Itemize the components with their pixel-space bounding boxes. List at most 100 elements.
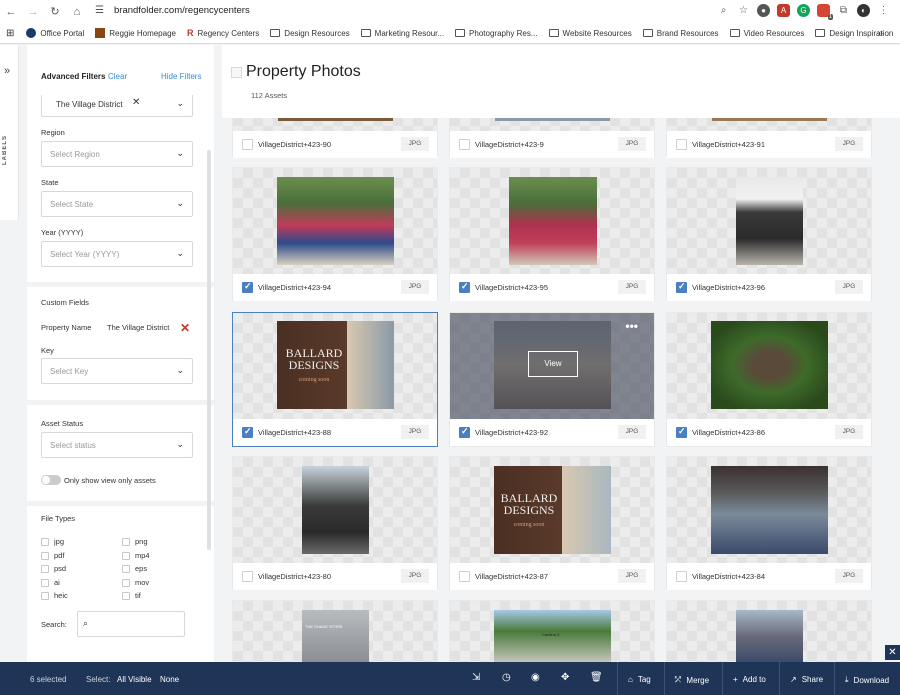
more-options-icon[interactable]: •••: [625, 319, 638, 333]
asset-card[interactable]: VillageDistrict+423-86 JPG: [666, 312, 872, 447]
bookmark-video-resources[interactable]: Video Resources: [729, 29, 804, 38]
home-icon[interactable]: ⌂: [66, 0, 88, 23]
asset-card[interactable]: View ••• VillageDistrict+423-92 JPG: [449, 312, 655, 447]
checkbox[interactable]: [41, 564, 49, 573]
asset-name[interactable]: VillageDistrict+423-96: [692, 283, 765, 292]
asset-thumbnail[interactable]: [233, 168, 437, 274]
asset-name[interactable]: VillageDistrict+423-91: [692, 140, 765, 149]
asset-name[interactable]: VillageDistrict+423-94: [258, 283, 331, 292]
bookmark-reggie-homepage[interactable]: Reggie Homepage: [95, 28, 176, 38]
asset-card[interactable]: BALLARD DESIGNS coming soon VillageDistr…: [232, 312, 438, 447]
checkbox[interactable]: [122, 591, 130, 600]
zoom-icon[interactable]: ⌕: [717, 4, 730, 17]
close-icon[interactable]: ✕: [885, 645, 900, 660]
select-checkbox[interactable]: [459, 426, 470, 438]
extension-record-icon[interactable]: ●: [757, 4, 770, 17]
bookmark-star-icon[interactable]: ☆: [737, 4, 750, 17]
select-checkbox[interactable]: [459, 571, 470, 582]
region-select[interactable]: Select Region ⌄: [41, 141, 193, 167]
checkbox[interactable]: [122, 551, 130, 560]
asset-card[interactable]: VillageDistrict+423-80 JPG: [232, 456, 438, 590]
hide-filters-link[interactable]: Hide Filters: [161, 72, 201, 81]
asset-name[interactable]: VillageDistrict+423-90: [258, 140, 331, 149]
asset-card[interactable]: BALLARD DESIGNS coming soon VillageDistr…: [449, 456, 655, 590]
filetype-pdf[interactable]: pdf: [41, 551, 64, 560]
remove-property-name-icon[interactable]: ✕: [180, 321, 190, 335]
asset-card[interactable]: VillageDistrict+423-84 JPG: [666, 456, 872, 590]
more-bookmarks-icon[interactable]: »: [877, 28, 883, 39]
asset-thumbnail[interactable]: [667, 601, 871, 663]
filetype-jpg[interactable]: jpg: [41, 537, 64, 546]
visibility-icon[interactable]: ◉: [531, 672, 540, 683]
download-button[interactable]: ⤓ Download: [845, 675, 889, 685]
checkbox[interactable]: [122, 578, 130, 587]
bookmark-regency-centers[interactable]: R Regency Centers: [187, 28, 259, 38]
schedule-icon[interactable]: ◷: [502, 672, 511, 683]
view-button[interactable]: View: [528, 351, 578, 377]
status-select[interactable]: Select status ⌄: [41, 432, 193, 458]
asset-thumbnail[interactable]: View •••: [450, 313, 654, 419]
select-all-checkbox[interactable]: [231, 67, 242, 78]
asset-thumbnail[interactable]: Cantina X: [450, 601, 654, 663]
asset-thumbnail[interactable]: [450, 168, 654, 274]
asset-name[interactable]: VillageDistrict+423-9: [475, 140, 544, 149]
select-checkbox[interactable]: [459, 139, 470, 150]
filetype-mp4[interactable]: mp4: [122, 551, 150, 560]
approve-icon[interactable]: ⇲: [472, 672, 480, 683]
search-input[interactable]: ⌕: [77, 611, 185, 637]
asset-thumbnail[interactable]: [667, 457, 871, 563]
asset-name[interactable]: VillageDistrict+423-92: [475, 428, 548, 437]
asset-thumbnail[interactable]: [667, 313, 871, 419]
select-checkbox[interactable]: [242, 281, 253, 293]
browser-menu-icon[interactable]: ⋮: [877, 4, 890, 17]
view-only-toggle[interactable]: [41, 475, 61, 485]
extension-grammarly-icon[interactable]: G: [797, 4, 810, 17]
bookmark-website-resources[interactable]: Website Resources: [548, 29, 632, 38]
bookmark-photography-resources[interactable]: Photography Res...: [455, 29, 538, 38]
share-button[interactable]: ↗ Share: [790, 675, 823, 684]
filetype-ai[interactable]: ai: [41, 578, 60, 587]
year-select[interactable]: Select Year (YYYY) ⌄: [41, 241, 193, 267]
extension-badge-icon[interactable]: 1: [817, 4, 833, 20]
merge-button[interactable]: ⤱ Merge: [675, 675, 709, 685]
labels-tab[interactable]: LABELS: [2, 135, 8, 165]
filetype-eps[interactable]: eps: [122, 564, 147, 573]
apps-grid-icon[interactable]: ⊞: [6, 28, 14, 39]
asset-thumbnail[interactable]: [233, 457, 437, 563]
clear-filters-link[interactable]: Clear: [108, 72, 127, 81]
filters-scrollbar[interactable]: [207, 150, 211, 550]
asset-card[interactable]: VillageDistrict+423-96 JPG: [666, 167, 872, 301]
asset-name[interactable]: VillageDistrict+423-87: [475, 572, 548, 581]
asset-thumbnail[interactable]: BALLARD DESIGNS coming soon: [233, 313, 437, 419]
asset-name[interactable]: VillageDistrict+423-95: [475, 283, 548, 292]
url-field[interactable]: brandfolder.com/regencycenters: [114, 5, 250, 16]
select-none-link[interactable]: None: [160, 675, 179, 684]
bookmark-office-portal[interactable]: Office Portal: [26, 28, 84, 38]
filetype-png[interactable]: png: [122, 537, 148, 546]
tag-button[interactable]: ⌂ Tag: [628, 675, 651, 684]
checkbox[interactable]: [41, 551, 49, 560]
asset-thumbnail[interactable]: THE SHADE STORE: [233, 601, 437, 663]
site-settings-icon[interactable]: ☰: [95, 5, 104, 16]
asset-thumbnail[interactable]: [667, 168, 871, 274]
select-checkbox[interactable]: [676, 281, 687, 293]
back-icon[interactable]: ←: [0, 0, 22, 23]
filetype-tif[interactable]: tif: [122, 591, 141, 600]
select-checkbox[interactable]: [242, 139, 253, 150]
select-all-visible-link[interactable]: All Visible: [117, 675, 152, 684]
forward-icon[interactable]: →: [22, 0, 44, 23]
asset-card[interactable]: THE SHADE STORE: [232, 600, 438, 663]
select-checkbox[interactable]: [459, 281, 470, 293]
select-checkbox[interactable]: [676, 139, 687, 150]
bookmark-marketing-resources[interactable]: Marketing Resour...: [360, 29, 444, 38]
bookmark-design-resources[interactable]: Design Resources: [270, 29, 350, 38]
filetype-heic[interactable]: heic: [41, 591, 68, 600]
key-select[interactable]: Select Key ⌄: [41, 358, 193, 384]
extensions-puzzle-icon[interactable]: ⧉: [837, 4, 850, 17]
add-to-button[interactable]: + Add to: [733, 675, 766, 684]
checkbox[interactable]: [122, 564, 130, 573]
checkbox[interactable]: [122, 537, 130, 546]
asset-card[interactable]: [666, 600, 872, 663]
asset-card[interactable]: VillageDistrict+423-94 JPG: [232, 167, 438, 301]
profile-avatar[interactable]: ◐: [857, 4, 870, 17]
